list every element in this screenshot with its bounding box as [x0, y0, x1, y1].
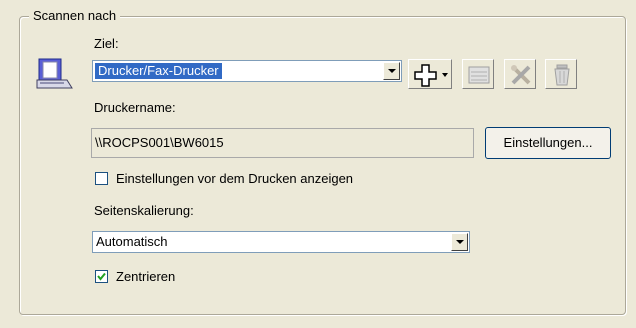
- center-checkbox[interactable]: [95, 270, 108, 283]
- printer-name-label: Druckername:: [94, 100, 176, 115]
- target-dropdown[interactable]: Drucker/Fax-Drucker: [92, 60, 402, 82]
- chevron-down-icon[interactable]: [451, 233, 468, 251]
- checkmark-icon: [97, 272, 106, 281]
- printer-icon: [34, 56, 76, 92]
- add-target-button[interactable]: [408, 59, 452, 89]
- tools-button[interactable]: [504, 59, 536, 89]
- scanner-list-icon: [468, 66, 490, 84]
- scanner-list-button[interactable]: [462, 59, 494, 89]
- add-icon: [414, 64, 448, 87]
- center-label[interactable]: Zentrieren: [116, 269, 175, 285]
- target-label: Ziel:: [94, 36, 119, 51]
- printer-name-value: \\ROCPS001\BW6015: [95, 135, 224, 150]
- page-scaling-dropdown[interactable]: Automatisch: [92, 231, 470, 253]
- show-settings-label[interactable]: Einstellungen vor dem Drucken anzeigen: [116, 171, 353, 187]
- printer-name-field[interactable]: \\ROCPS001\BW6015: [91, 128, 474, 158]
- settings-button[interactable]: Einstellungen...: [485, 127, 611, 159]
- chevron-down-icon[interactable]: [383, 62, 400, 80]
- target-dropdown-value: Drucker/Fax-Drucker: [95, 63, 222, 79]
- show-settings-checkbox[interactable]: [95, 172, 108, 185]
- group-title: Scannen nach: [29, 8, 121, 24]
- trash-icon: [554, 64, 570, 86]
- delete-button[interactable]: [545, 59, 577, 89]
- page-scaling-value: Automatisch: [96, 234, 168, 249]
- tools-icon: [511, 65, 531, 85]
- page-scaling-label: Seitenskalierung:: [94, 203, 194, 218]
